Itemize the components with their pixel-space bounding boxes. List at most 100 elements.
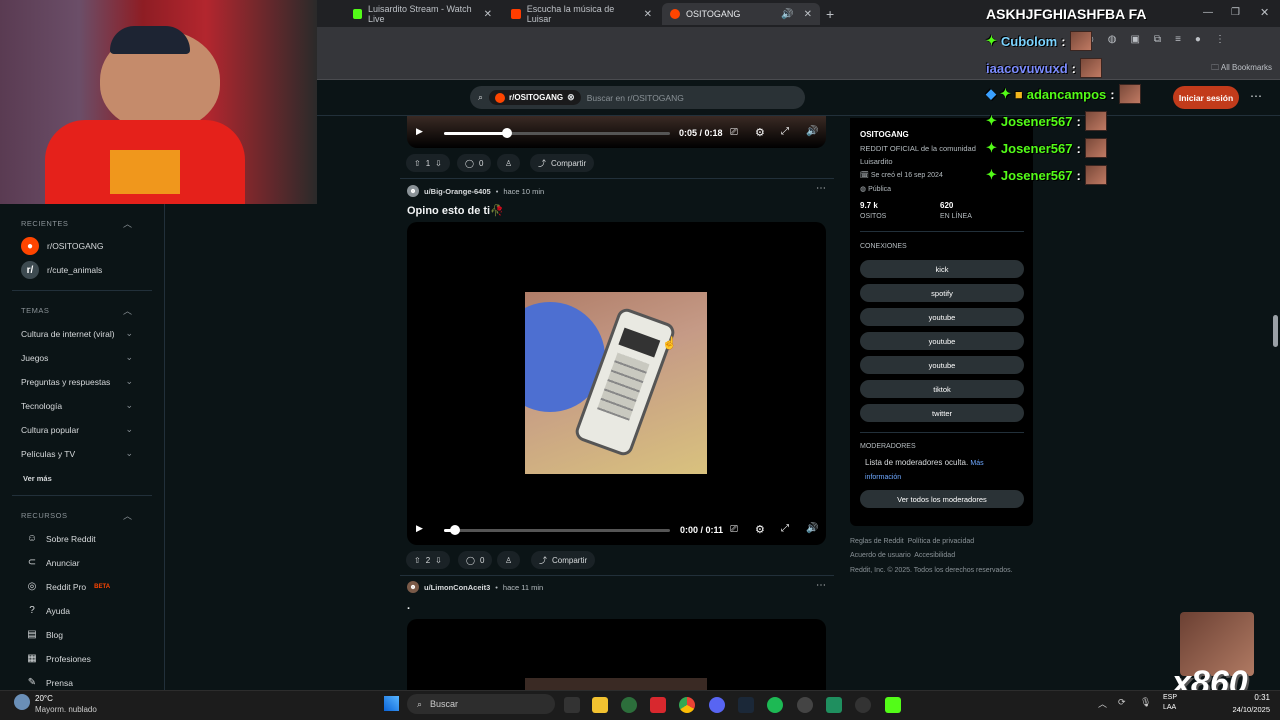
close-tab-icon[interactable]: ✕ [484,9,492,20]
link-youtube-3[interactable]: youtube [860,356,1024,374]
play-icon[interactable]: ▶ [416,523,423,534]
upvote-icon[interactable]: ⇧ [414,159,421,168]
chevron-up-icon[interactable]: ︿ [123,509,132,522]
chrome-icon[interactable] [679,697,695,713]
link-spotify[interactable]: spotify [860,284,1024,302]
view-moderators-button[interactable]: Ver todos los moderadores [860,490,1024,508]
more-options-icon[interactable]: ⋯ [1250,89,1262,103]
windows-start-icon[interactable] [384,696,399,711]
see-more-link[interactable]: Ver más [23,474,52,483]
topic-games[interactable]: Juegos ⌄ [21,352,133,363]
resource-help[interactable]: ? Ayuda [26,605,70,616]
file-explorer-icon[interactable] [592,697,608,713]
upvote-icon[interactable]: ⇧ [414,556,421,565]
weather-desc[interactable]: Mayorm. nublado [35,705,97,714]
extension-icon[interactable]: ◍ [1108,34,1117,45]
tray-chevron-icon[interactable]: ︿ [1098,697,1107,710]
obs-icon[interactable] [797,697,813,713]
resource-about[interactable]: ☺ Sobre Reddit [26,533,96,544]
sidebar-item-cute-animals[interactable]: r/ r/cute_animals [21,261,102,279]
topic-pop-culture[interactable]: Cultura popular ⌄ [21,424,133,435]
link-kick[interactable]: kick [860,260,1024,278]
weather-temp[interactable]: 20°C [35,694,53,703]
post3-user[interactable]: u/LimonConAceit3 [424,583,490,592]
tab-luisardito-stream[interactable]: Luisardito Stream - Watch Live ✕ [345,3,500,25]
settings-icon[interactable]: ⚙ [755,126,765,139]
maximize-icon[interactable]: ❐ [1231,7,1240,18]
volume-icon[interactable]: 🔊 [806,523,818,534]
link-tiktok[interactable]: tiktok [860,380,1024,398]
tab-spotify[interactable]: Escucha la música de Luisar ✕ [503,3,660,25]
microphone-icon[interactable]: 🎙 [1140,697,1151,708]
resource-advertise[interactable]: ⊂ Anunciar [26,557,80,568]
post1-award[interactable]: ♙ [497,154,521,172]
media-icon[interactable]: ≡ [1175,34,1181,45]
xbox-icon[interactable] [621,697,637,713]
fullscreen-icon[interactable]: ⤢ [781,523,789,534]
discord-icon[interactable] [709,697,725,713]
post2-more-icon[interactable]: ⋯ [816,183,826,194]
profile-icon[interactable]: ● [1195,34,1201,45]
puzzle-icon[interactable]: ⧉ [1154,34,1161,45]
fullscreen-icon[interactable]: ⤢ [781,126,789,137]
clock-time[interactable]: 0:31 [1228,693,1270,702]
post1-seekbar[interactable] [444,132,670,135]
search-chip[interactable]: r/OSITOGANG ⊗ [489,90,581,105]
language-indicator[interactable]: ESP LAA [1163,693,1177,713]
clock-date[interactable]: 24/10/2025 [1222,705,1270,714]
user-agreement-link[interactable]: Acuerdo de usuario [850,552,911,559]
new-tab-button[interactable]: + [826,6,834,22]
post2-seekbar[interactable] [444,529,670,532]
clear-chip-icon[interactable]: ⊗ [567,92,575,103]
resource-reddit-pro[interactable]: ◎ Reddit Pro BETA [26,581,110,592]
post1-share[interactable]: ⤴ Compartir [530,154,595,172]
post3-more-icon[interactable]: ⋯ [816,580,826,591]
topic-internet-culture[interactable]: Cultura de internet (viral) ⌄ [21,328,133,339]
kick-app-icon[interactable] [885,697,901,713]
menu-icon[interactable]: ⋮ [1215,34,1225,45]
tab-ositogang[interactable]: OSITOGANG 🔊 ✕ [662,3,820,25]
taskbar-search[interactable]: ⌕ Buscar [407,694,555,714]
notepad-icon[interactable] [826,697,842,713]
topic-qa[interactable]: Preguntas y respuestas ⌄ [21,376,133,387]
speaker-icon[interactable]: 🔊 [781,9,793,20]
close-tab-icon[interactable]: ✕ [804,9,812,20]
search-input[interactable]: ⌕ r/OSITOGANG ⊗ Buscar en r/OSITOGANG [470,86,805,109]
captions-icon[interactable]: ⎚ [730,524,738,535]
settings-icon[interactable]: ⚙ [755,523,765,536]
topic-movies-tv[interactable]: Películas y TV ⌄ [21,448,133,459]
minimize-icon[interactable]: — [1203,7,1213,18]
post1-vote[interactable]: ⇧ 1 ⇩ [406,154,450,172]
post2-share[interactable]: ⤴ Compartir [531,551,596,569]
post3-title[interactable]: . [407,600,410,612]
post2-user[interactable]: u/Big-Orange-6405 [424,187,491,196]
post2-comments[interactable]: ◯ 0 [458,551,493,569]
captions-icon[interactable]: ⎚ [730,127,738,138]
app-icon[interactable] [855,697,871,713]
user-avatar[interactable]: ☻ [407,185,419,197]
topic-technology[interactable]: Tecnología ⌄ [21,400,133,411]
app-icon[interactable] [650,697,666,713]
post2-title[interactable]: Opino esto de ti🥀 [407,204,504,217]
close-tab-icon[interactable]: ✕ [644,9,652,20]
extension-icon[interactable]: ▣ [1130,34,1139,45]
chevron-up-icon[interactable]: ︿ [123,217,132,230]
chevron-up-icon[interactable]: ︿ [123,304,132,317]
downvote-icon[interactable]: ⇩ [435,159,442,168]
close-window-icon[interactable]: ✕ [1260,6,1269,19]
resource-careers[interactable]: ▦ Profesiones [26,653,91,664]
spotify-icon[interactable] [767,697,783,713]
post2-vote[interactable]: ⇧ 2 ⇩ [406,551,450,569]
downvote-icon[interactable]: ⇩ [435,556,442,565]
resource-press[interactable]: ✎ Prensa [26,677,73,688]
task-view-icon[interactable] [564,697,580,713]
steam-icon[interactable] [738,697,754,713]
accessibility-link[interactable]: Accesibilidad [914,552,955,559]
page-scrollbar[interactable] [1273,315,1278,347]
resource-blog[interactable]: ▤ Blog [26,629,63,640]
link-youtube-1[interactable]: youtube [860,308,1024,326]
all-bookmarks[interactable]: 🗀 All Bookmarks [1211,62,1272,76]
play-icon[interactable]: ▶ [416,126,423,137]
post1-comments[interactable]: ◯ 0 [457,154,492,172]
post2-award[interactable]: ♙ [497,551,521,569]
